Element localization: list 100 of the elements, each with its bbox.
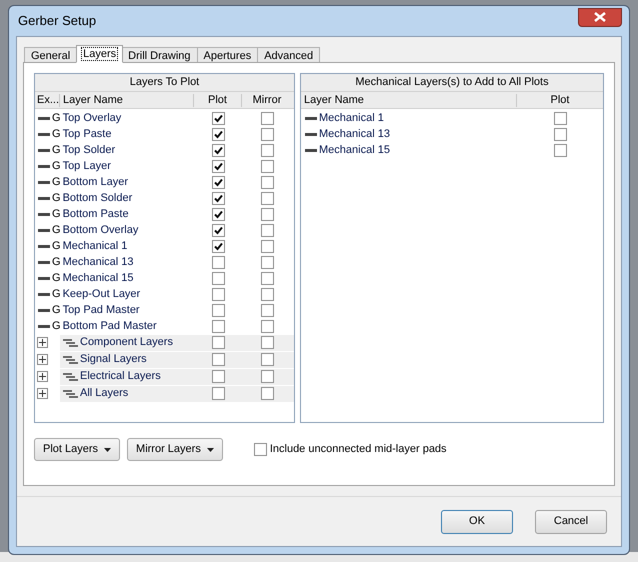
layer-name[interactable]: Top Overlay xyxy=(62,110,122,126)
checkbox[interactable] xyxy=(212,370,224,383)
layer-name[interactable]: Mechanical 15 xyxy=(62,270,134,286)
checkbox[interactable] xyxy=(260,320,274,332)
checkbox[interactable] xyxy=(260,353,274,366)
layer-name[interactable]: Mechanical 15 xyxy=(319,142,390,158)
tab[interactable]: Apertures xyxy=(196,47,258,63)
layer-marker: G xyxy=(52,158,61,174)
expand-icon[interactable] xyxy=(37,371,48,382)
layer-marker: G xyxy=(52,142,61,158)
checkbox[interactable] xyxy=(260,144,274,156)
tab[interactable]: General xyxy=(24,47,78,63)
layer-marker: G xyxy=(52,286,61,302)
layer-marker: G xyxy=(52,222,61,238)
checkbox[interactable] xyxy=(212,112,224,124)
layer-name[interactable]: Mechanical 1 xyxy=(62,238,128,254)
checkbox[interactable] xyxy=(260,240,274,252)
layer-marker: G xyxy=(52,302,61,318)
checkbox[interactable] xyxy=(260,370,274,383)
checkbox[interactable] xyxy=(212,144,224,156)
list-title: Layers To Plot xyxy=(35,74,294,92)
checkbox[interactable] xyxy=(260,288,274,300)
checkbox[interactable] xyxy=(212,336,224,349)
layer-name[interactable]: Top Solder xyxy=(62,142,116,158)
checkbox[interactable] xyxy=(212,256,224,268)
checkbox[interactable] xyxy=(260,160,274,172)
layer-marker: G xyxy=(52,190,61,206)
checkbox[interactable] xyxy=(260,176,274,188)
caret-icon xyxy=(206,448,214,452)
checkbox[interactable] xyxy=(212,128,224,140)
layer-name[interactable]: Bottom Solder xyxy=(62,190,132,206)
layer-name[interactable]: Mechanical 13 xyxy=(62,254,134,270)
checkbox[interactable] xyxy=(260,256,274,268)
layer-stack-icon xyxy=(63,372,78,380)
checkbox[interactable] xyxy=(212,304,224,316)
layer-name[interactable]: Mechanical 13 xyxy=(319,126,390,142)
column-header[interactable]: Layer Name xyxy=(301,94,517,106)
column-header[interactable]: Mirror xyxy=(242,94,292,106)
layer-name[interactable]: Keep-Out Layer xyxy=(62,286,140,302)
layer-name[interactable]: Top Pad Master xyxy=(62,302,140,318)
layer-name[interactable]: Bottom Pad Master xyxy=(62,318,157,334)
checkbox[interactable] xyxy=(212,224,224,236)
layer-stack-icon xyxy=(63,390,78,398)
close-icon xyxy=(594,12,606,22)
layer-marker: G xyxy=(52,206,61,222)
dropdown-button[interactable]: Plot Layers xyxy=(34,438,120,461)
checkbox[interactable] xyxy=(260,304,274,316)
window-title: Gerber Setup xyxy=(17,12,96,30)
layer-name[interactable]: Bottom Paste xyxy=(62,206,129,222)
column-header[interactable]: Plot xyxy=(517,94,603,106)
layer-stack-icon xyxy=(63,356,78,364)
layer-stack-icon xyxy=(63,338,78,346)
expand-icon[interactable] xyxy=(37,388,48,399)
checkbox[interactable] xyxy=(554,144,566,156)
layer-marker: G xyxy=(52,110,61,126)
close-button[interactable] xyxy=(578,8,622,26)
checkbox[interactable] xyxy=(260,272,274,284)
dialog-button[interactable]: Cancel xyxy=(535,510,607,534)
checkbox[interactable] xyxy=(212,288,224,300)
tab[interactable]: Layers xyxy=(76,45,124,63)
checkbox[interactable] xyxy=(254,443,267,456)
checkbox[interactable] xyxy=(554,128,566,140)
checkbox[interactable] xyxy=(212,160,224,172)
list-title: Mechanical Layers(s) to Add to All Plots xyxy=(301,74,603,92)
checkbox[interactable] xyxy=(260,224,274,236)
column-header[interactable]: Layer Name xyxy=(60,94,194,106)
tab[interactable]: Drill Drawing xyxy=(121,47,198,63)
checkbox[interactable] xyxy=(260,387,274,400)
checkbox[interactable] xyxy=(260,128,274,140)
layer-marker: G xyxy=(52,270,61,286)
layer-name[interactable]: Bottom Overlay xyxy=(62,222,138,238)
checkbox[interactable] xyxy=(212,387,224,400)
checkbox[interactable] xyxy=(260,112,274,124)
checkbox[interactable] xyxy=(212,320,224,332)
caret-icon xyxy=(104,448,112,452)
layer-name[interactable]: Mechanical 1 xyxy=(319,110,384,126)
checkbox[interactable] xyxy=(554,112,566,124)
layer-name[interactable]: Top Layer xyxy=(62,158,111,174)
checkbox[interactable] xyxy=(212,208,224,220)
layer-marker: G xyxy=(52,126,61,142)
layer-name[interactable]: Top Paste xyxy=(62,126,112,142)
column-header[interactable]: Plot xyxy=(194,94,242,106)
checkbox[interactable] xyxy=(212,272,224,284)
column-header[interactable]: Ex... xyxy=(35,94,60,106)
checkbox-label[interactable]: Include unconnected mid-layer pads xyxy=(270,441,447,458)
dropdown-button[interactable]: Mirror Layers xyxy=(127,438,223,461)
expand-icon[interactable] xyxy=(37,354,48,365)
checkbox[interactable] xyxy=(212,176,224,188)
checkbox[interactable] xyxy=(212,240,224,252)
layer-marker: G xyxy=(52,254,61,270)
tab[interactable]: Advanced xyxy=(257,47,320,63)
layer-name[interactable]: Bottom Layer xyxy=(62,174,128,190)
checkbox[interactable] xyxy=(212,353,224,366)
layer-marker: G xyxy=(52,318,61,334)
checkbox[interactable] xyxy=(260,336,274,349)
checkbox[interactable] xyxy=(260,208,274,220)
checkbox[interactable] xyxy=(260,192,274,204)
dialog-button[interactable]: OK xyxy=(441,510,513,534)
expand-icon[interactable] xyxy=(37,337,48,348)
checkbox[interactable] xyxy=(212,192,224,204)
